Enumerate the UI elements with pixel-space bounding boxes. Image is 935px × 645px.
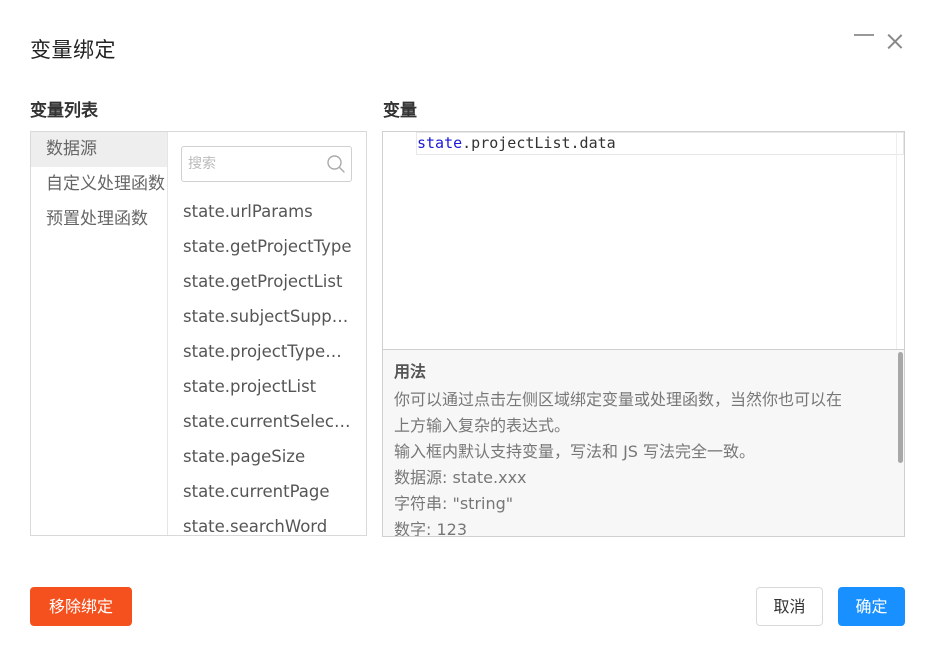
usage-line: 你可以通过点击左侧区域绑定变量或处理函数，当然你也可以在 — [394, 390, 843, 409]
usage-line: 数据源: state.xxx — [394, 468, 527, 487]
minimize-icon[interactable] — [854, 34, 874, 36]
editor-scroll-track — [896, 132, 904, 349]
variable-list-label: 变量列表 — [30, 101, 98, 121]
category-item-custom-functions[interactable]: 自定义处理函数 — [31, 167, 167, 202]
remove-binding-button[interactable]: 移除绑定 — [30, 587, 132, 626]
cancel-button[interactable]: 取消 — [756, 587, 823, 626]
variable-list: state.urlParams state.getProjectType sta… — [168, 194, 353, 535]
list-item[interactable]: state.currentSelectedProject — [168, 404, 353, 439]
usage-line: 输入框内默认支持变量，写法和 JS 写法完全一致。 — [394, 442, 756, 461]
variable-column: state.urlParams state.getProjectType sta… — [168, 132, 366, 535]
list-item[interactable]: state.urlParams — [168, 194, 353, 229]
usage-line: 数字: 123 — [394, 520, 468, 537]
variable-label: 变量 — [383, 101, 417, 121]
usage-content: 用法 你可以通过点击左侧区域绑定变量或处理函数，当然你也可以在 上方输入复杂的表… — [394, 360, 894, 537]
list-item[interactable]: state.projectList — [168, 369, 353, 404]
close-icon[interactable] — [884, 31, 906, 53]
category-item-datasource[interactable]: 数据源 — [31, 132, 167, 167]
search-icon[interactable] — [326, 154, 346, 174]
variable-binding-dialog: 变量绑定 变量列表 变量 数据源 自定义处理函数 预置处理函数 state.ur… — [0, 0, 935, 645]
list-item[interactable]: state.subjectSupport — [168, 299, 353, 334]
search-input[interactable] — [188, 153, 318, 175]
variable-list-panel: 数据源 自定义处理函数 预置处理函数 state.urlParams state… — [30, 131, 367, 536]
usage-line: 上方输入复杂的表达式。 — [394, 416, 571, 435]
usage-line: 字符串: "string" — [394, 494, 514, 513]
code-line: state.projectList.data — [383, 132, 904, 155]
category-item-preset-functions[interactable]: 预置处理函数 — [31, 202, 167, 237]
usage-panel: 用法 你可以通过点击左侧区域绑定变量或处理函数，当然你也可以在 上方输入复杂的表… — [382, 350, 905, 537]
list-item[interactable]: state.getProjectList — [168, 264, 353, 299]
category-list: 数据源 自定义处理函数 预置处理函数 — [31, 132, 168, 535]
list-item[interactable]: state.getProjectType — [168, 229, 353, 264]
list-item[interactable]: state.searchWord — [168, 509, 353, 535]
list-item[interactable]: state.projectTypeOptions — [168, 334, 353, 369]
list-item[interactable]: state.currentPage — [168, 474, 353, 509]
code-rest: .projectList.data — [462, 134, 616, 152]
usage-title: 用法 — [394, 362, 427, 381]
list-item[interactable]: state.pageSize — [168, 439, 353, 474]
confirm-button[interactable]: 确定 — [838, 587, 905, 626]
search-box — [181, 146, 352, 182]
code-keyword: state — [417, 134, 463, 152]
dialog-title: 变量绑定 — [30, 38, 116, 62]
usage-scrollbar[interactable] — [898, 352, 903, 463]
code-text[interactable]: state.projectList.data — [417, 134, 616, 152]
expression-editor[interactable]: state.projectList.data — [382, 131, 905, 350]
